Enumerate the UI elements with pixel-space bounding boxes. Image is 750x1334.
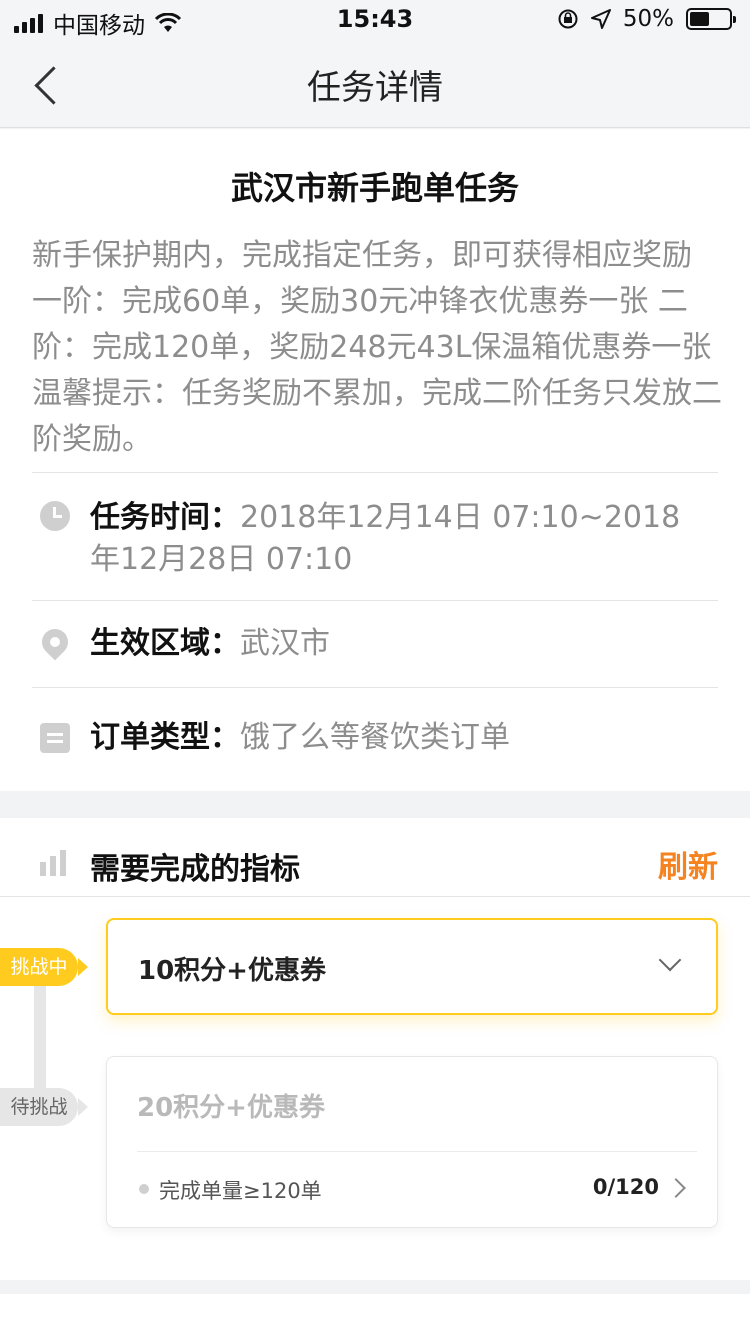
location-arrow-icon — [590, 9, 611, 29]
bullet-dot-icon — [139, 1184, 149, 1194]
area-label: 生效区域： — [90, 626, 240, 661]
area-value: 武汉市 — [240, 626, 330, 661]
metrics-section: 需要完成的指标 刷新 挑战中 10积分+优惠券 待挑战 20积分+优惠券 完成单… — [0, 818, 750, 1280]
order-type-value: 饿了么等餐饮类订单 — [240, 720, 510, 755]
status-bar: 中国移动 15:43 50% — [0, 0, 750, 40]
area-row: 生效区域：武汉市 — [32, 623, 718, 667]
stage-tag-pending: 待挑战 — [0, 1088, 88, 1126]
battery-percent: 50% — [622, 6, 674, 32]
divider — [32, 687, 718, 688]
chevron-down-icon[interactable] — [658, 948, 682, 972]
requirement-text: 完成单量≥120单 — [159, 1179, 322, 1203]
metrics-header: 需要完成的指标 刷新 — [0, 818, 750, 897]
timeline-line — [34, 968, 46, 1108]
page-title: 任务详情 — [307, 68, 443, 108]
requirement-progress[interactable]: 0/120 — [593, 1175, 659, 1199]
metrics-title: 需要完成的指标 — [90, 852, 300, 887]
stage-tag-active: 挑战中 — [0, 948, 88, 986]
task-time-label: 任务时间： — [90, 500, 240, 535]
order-type-row: 订单类型：饿了么等餐饮类订单 — [32, 717, 718, 761]
task-card: 武汉市新手跑单任务 新手保护期内，完成指定任务，即可获得相应奖励 一阶：完成60… — [0, 129, 750, 791]
rotation-lock-icon — [558, 9, 578, 29]
level-name: 10积分+优惠券 — [138, 956, 326, 986]
task-time-row: 任务时间：2018年12月14日 07:10~2018年12月28日 07:10 — [32, 497, 718, 587]
next-section-peek — [0, 1294, 750, 1334]
area-text: 生效区域：武汉市 — [90, 623, 710, 665]
refresh-button[interactable]: 刷新 — [658, 842, 718, 886]
nav-bar: 任务详情 — [0, 40, 750, 128]
battery-icon — [686, 8, 736, 30]
order-type-label: 订单类型： — [90, 720, 240, 755]
location-pin-icon — [36, 623, 74, 661]
level-name: 20积分+优惠券 — [137, 1093, 325, 1123]
task-title: 武汉市新手跑单任务 — [230, 169, 519, 207]
level-card-2: 20积分+优惠券 完成单量≥120单 0/120 — [106, 1056, 718, 1228]
level-card-1[interactable]: 10积分+优惠券 — [106, 918, 718, 1015]
chevron-right-icon[interactable] — [666, 1178, 686, 1198]
divider — [32, 472, 718, 473]
task-time-text: 任务时间：2018年12月14日 07:10~2018年12月28日 07:10 — [90, 497, 710, 581]
task-description: 新手保护期内，完成指定任务，即可获得相应奖励 一阶：完成60单，奖励30元冲锋衣… — [32, 238, 722, 457]
list-icon — [40, 723, 70, 753]
order-type-text: 订单类型：饿了么等餐饮类订单 — [90, 717, 710, 759]
bar-chart-icon — [40, 850, 70, 876]
divider — [32, 600, 718, 601]
battery-fill — [690, 12, 709, 26]
divider — [137, 1151, 697, 1152]
status-right: 50% — [557, 6, 736, 32]
clock-icon — [40, 501, 70, 531]
